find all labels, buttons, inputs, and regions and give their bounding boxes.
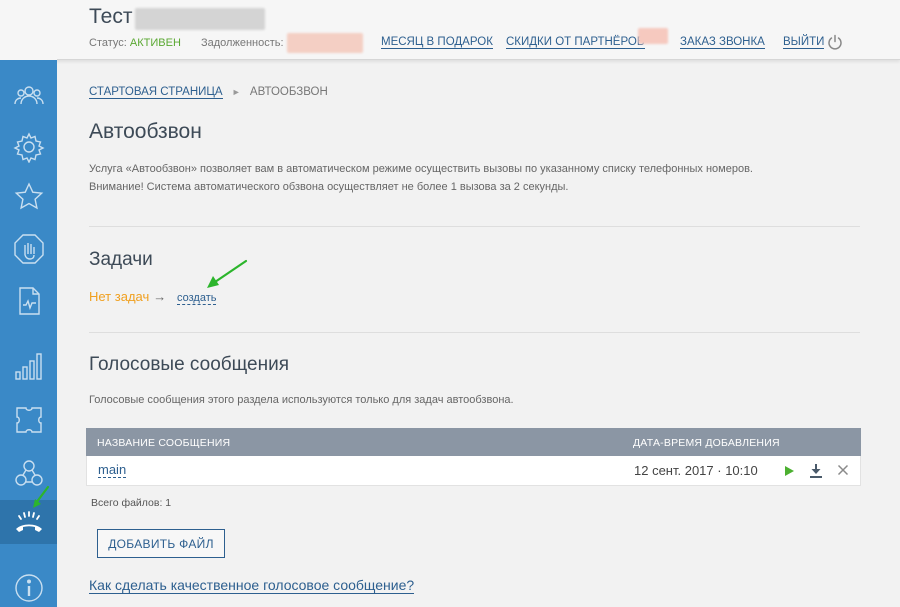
annotation-arrow-sidebar-icon [33,485,50,508]
download-icon[interactable] [809,463,823,478]
message-date: 12 сент. 2017 · 10:10 [634,463,758,478]
status-label: Статус: АКТИВЕН [89,37,181,49]
sidebar [0,60,57,607]
power-icon[interactable] [827,34,843,50]
divider [89,332,860,333]
column-header-date: ДАТА-ВРЕМЯ ДОБАВЛЕНИЯ [633,437,780,449]
info-icon [14,574,43,602]
breadcrumb-current: АВТООБЗВОН [249,86,328,98]
exit-link[interactable]: ВЫЙТИ [783,36,825,49]
debt-label: Задолженность: [201,37,284,49]
table-header: НАЗВАНИЕ СООБЩЕНИЯ ДАТА-ВРЕМЯ ДОБАВЛЕНИЯ [86,428,861,456]
gear-icon [12,132,45,163]
add-file-button[interactable]: ДОБАВИТЬ ФАЙЛ [97,529,225,558]
total-files-count: Всего файлов: 1 [91,497,172,509]
breadcrumb-separator-icon: ► [231,87,241,97]
annotation-arrow-create-icon [207,259,248,288]
sidebar-item-users[interactable] [0,74,57,118]
description-line-1: Услуга «Автообзвон» позволяет вам в авто… [89,163,753,175]
month-gift-link[interactable]: МЕСЯЦ В ПОДАРОК [381,36,493,49]
header-logo-area [0,0,57,60]
sidebar-item-integrations[interactable] [0,398,57,442]
redacted-debt-amount [287,33,363,53]
star-icon [14,182,43,210]
redacted-account-name [135,8,265,30]
sidebar-item-favorites[interactable] [0,175,57,219]
top-header: Тест Статус: АКТИВЕН Задолженность: МЕСЯ… [0,0,900,60]
tasks-section-title: Задачи [89,249,153,270]
table-row: main 12 сент. 2017 · 10:10 [86,456,861,486]
sidebar-item-blocking[interactable] [0,227,57,271]
no-tasks-label: Нет задач [89,289,150,304]
close-icon[interactable] [837,464,849,476]
howto-voice-message-link[interactable]: Как сделать качественное голосовое сообщ… [89,577,415,594]
sidebar-item-reports[interactable] [0,279,57,323]
page-description: Услуга «Автообзвон» позволяет вам в авто… [89,160,809,196]
document-chart-icon [18,287,40,315]
page-title: Автообзвон [89,120,202,143]
status-label-text: Статус: [89,37,127,49]
puzzle-icon [15,407,42,433]
arrow-right-icon: → [153,289,167,304]
redacted-partner-badge [638,28,668,44]
breadcrumb-home-link[interactable]: СТАРТОВАЯ СТРАНИЦА [89,86,223,99]
breadcrumb: СТАРТОВАЯ СТРАНИЦА ► АВТООБЗВОН [89,86,328,99]
users-icon [13,86,44,105]
hand-stop-icon [13,234,44,264]
divider [89,226,860,227]
sidebar-item-statistics[interactable] [0,344,57,388]
voice-section-description: Голосовые сообщения этого раздела исполь… [89,394,514,406]
no-tasks-text: Нет задач → [89,289,170,304]
sidebar-item-settings[interactable] [0,125,57,169]
order-call-link[interactable]: ЗАКАЗ ЗВОНКА [680,36,765,49]
status-value: АКТИВЕН [129,37,181,49]
partner-discounts-link[interactable]: СКИДКИ ОТ ПАРТНЁРОВ [506,36,645,49]
account-title: Тест [89,5,133,28]
description-line-2: Внимание! Система автоматического обзвон… [89,181,569,193]
bar-chart-icon [14,353,42,380]
sidebar-item-info[interactable] [0,566,57,607]
play-icon[interactable] [783,465,795,477]
message-name-link[interactable]: main [98,463,127,478]
voice-messages-table: НАЗВАНИЕ СООБЩЕНИЯ ДАТА-ВРЕМЯ ДОБАВЛЕНИЯ… [86,428,861,486]
create-task-link[interactable]: создать [177,292,217,305]
column-header-name: НАЗВАНИЕ СООБЩЕНИЯ [97,437,231,449]
voice-section-title: Голосовые сообщения [89,354,290,375]
